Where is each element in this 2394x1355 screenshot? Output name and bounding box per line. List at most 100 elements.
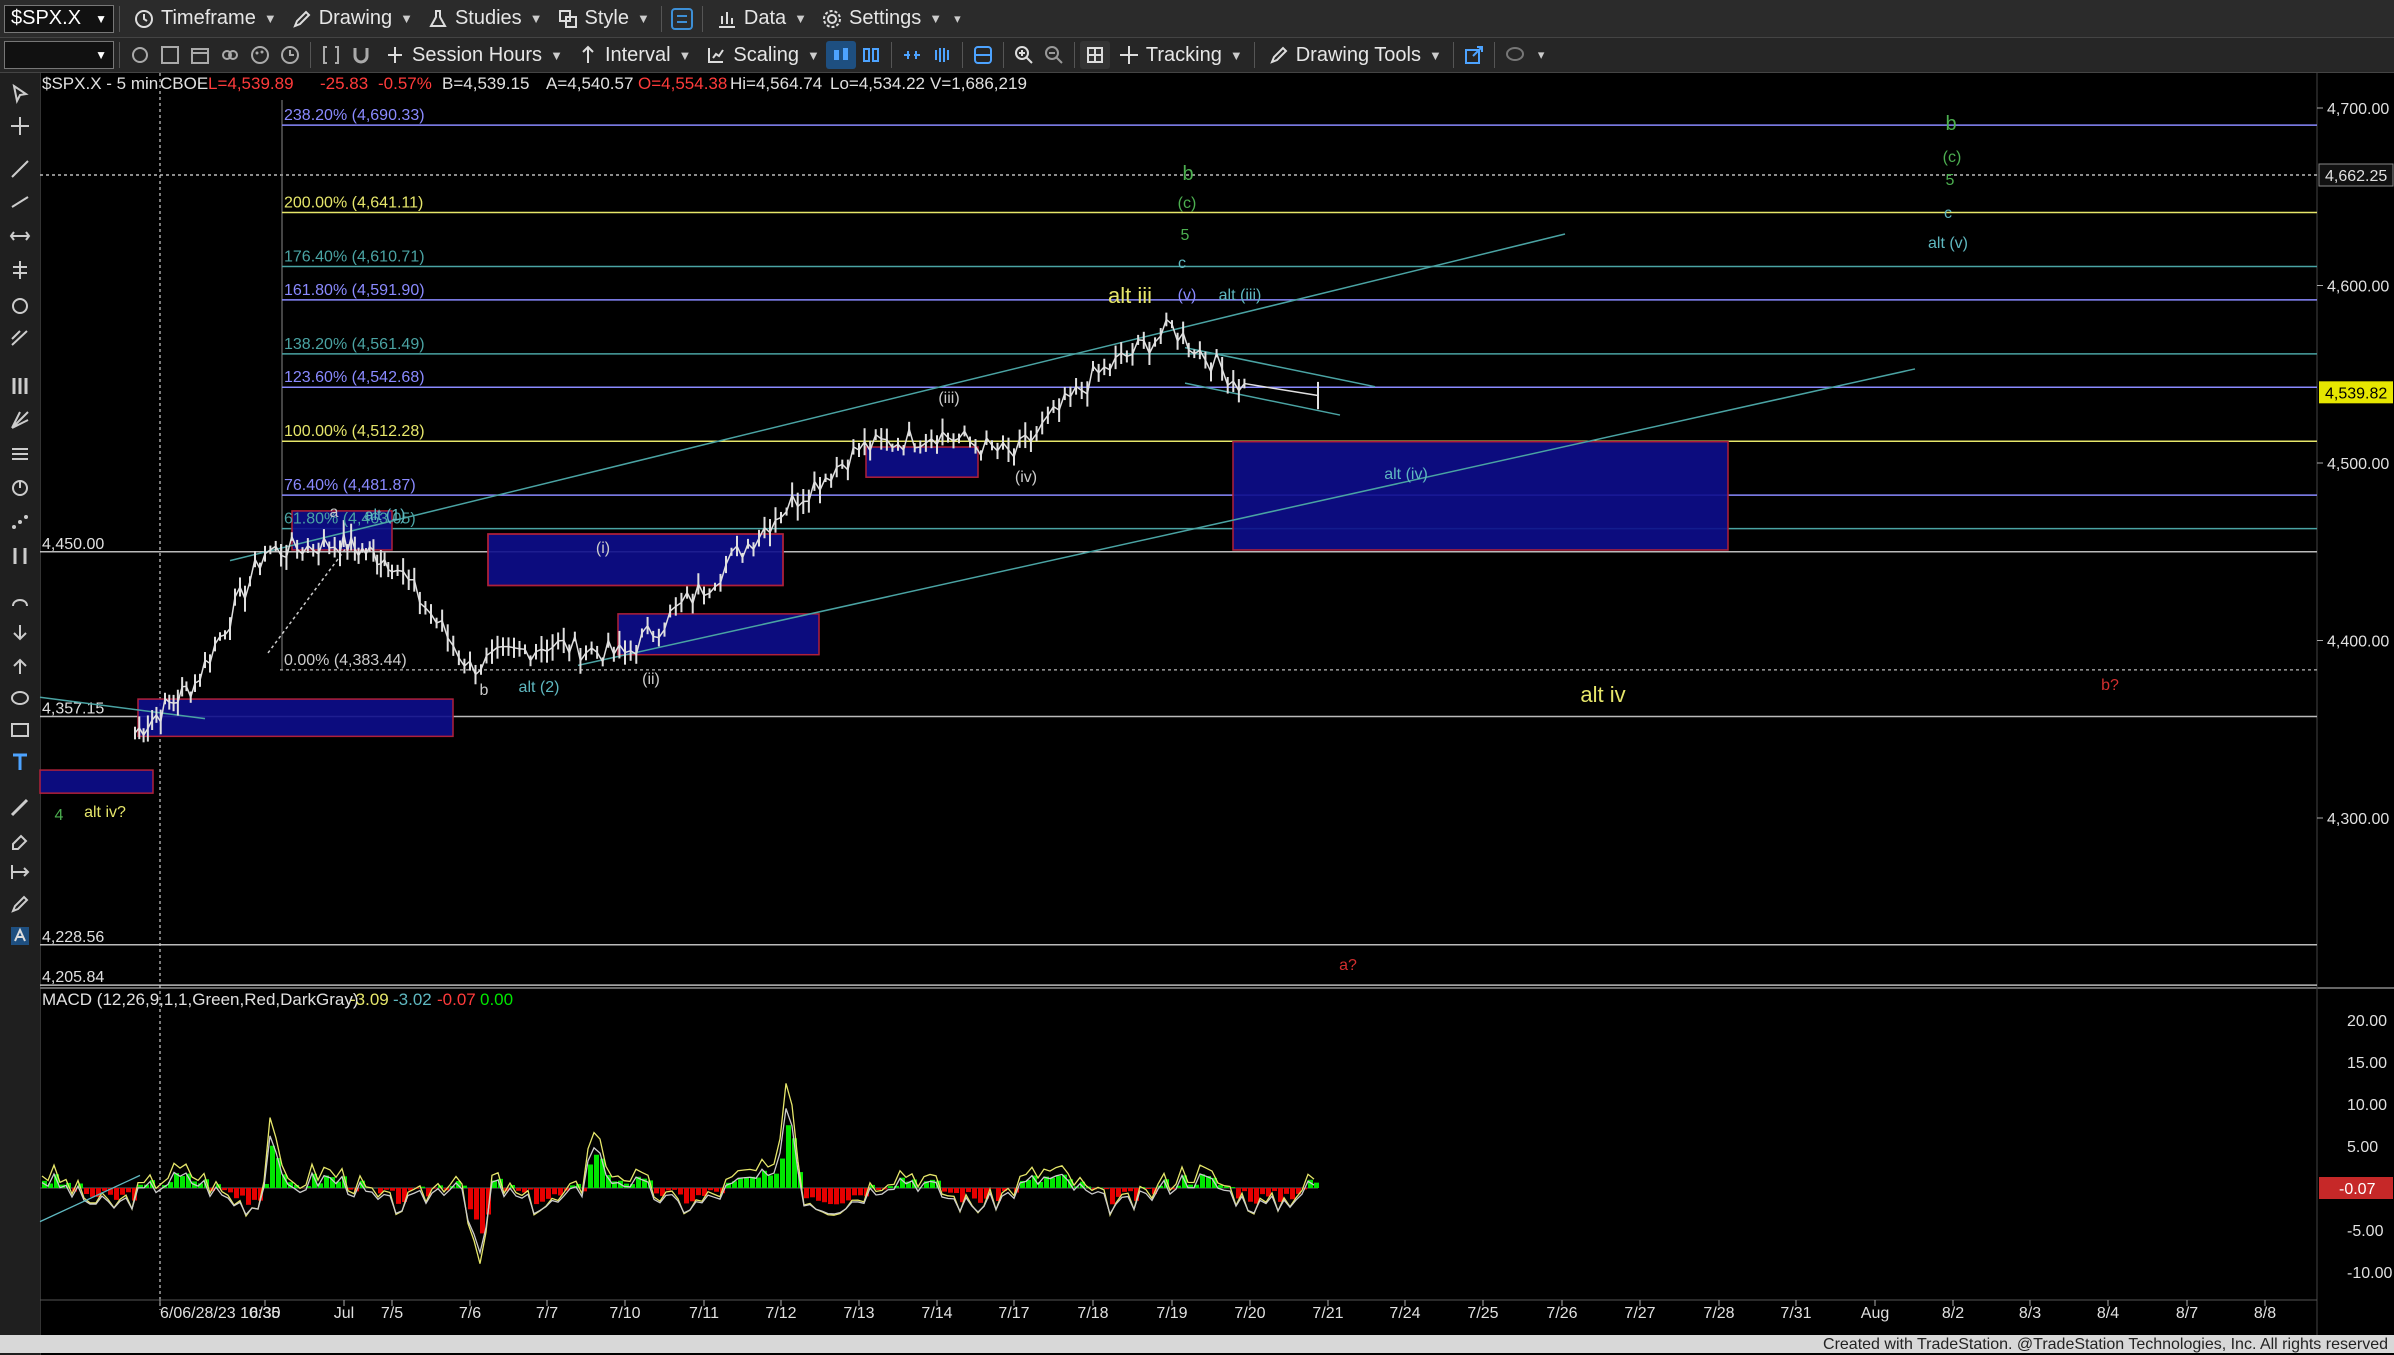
macd-histogram-bar [1146,1188,1151,1189]
macd-value-1: -3.09 [350,990,389,1009]
wave-label: c [1944,205,1952,222]
macd-histogram-bar [90,1188,95,1197]
macd-histogram-bar [840,1188,845,1203]
time-axis-label: 7/19 [1156,1305,1187,1322]
macd-histogram-bar [768,1175,773,1188]
macd-histogram-bar [954,1188,959,1193]
macd-histogram-bar [222,1188,227,1190]
macd-badge-label: -0.07 [2339,1181,2376,1198]
wave-label: (ii) [642,671,660,688]
footer-credit: Created with TradeStation. @TradeStation… [1823,1336,2388,1353]
fib-level-label: 200.00% (4,641.11) [284,195,423,212]
macd-signal-line [42,1108,1314,1252]
macd-histogram-bar [126,1188,131,1192]
macd-histogram-bar [468,1188,473,1209]
macd-histogram-bar [546,1188,551,1199]
macd-histogram-bar [666,1188,671,1190]
macd-histogram-bar [756,1178,761,1188]
time-axis-label: 7/24 [1389,1305,1420,1322]
macd-histogram-bar [348,1188,353,1190]
macd-histogram-bar [828,1188,833,1204]
macd-histogram-bar [942,1188,947,1192]
macd-histogram-bar [1278,1188,1283,1202]
net-change: -25.83 [320,74,368,93]
time-axis-label: Jul [334,1305,354,1322]
time-axis-label: 7/10 [609,1305,640,1322]
fib-level-label: 176.40% (4,610.71) [284,248,425,265]
wave-label: b? [2101,677,2119,694]
macd-histogram-bar [696,1188,701,1195]
macd-histogram-bar [888,1186,893,1188]
macd-histogram-bar [852,1188,857,1195]
macd-histogram-bar [744,1177,749,1188]
target-zone-box [40,770,153,793]
wave-label: a [330,504,339,521]
macd-histogram-bar [1248,1188,1253,1202]
macd-histogram-bar [804,1188,809,1198]
wave-label: alt (1) [365,507,406,524]
price-axis-label: 4,400.00 [2327,634,2389,651]
macd-value-3: -0.07 [437,990,476,1009]
macd-histogram-bar [594,1155,599,1188]
wave-label: c [1178,255,1186,272]
macd-histogram-bar [120,1188,125,1195]
macd-histogram-bar [534,1188,539,1204]
macd-histogram-bar [270,1146,275,1188]
macd-histogram-bar [966,1188,971,1192]
wave-label: (c) [1178,195,1197,212]
macd-histogram-bar [834,1188,839,1204]
macd-histogram-bar [1116,1188,1121,1197]
wave-label: 5 [1946,172,1955,189]
wave-label: alt (2) [519,679,560,696]
macd-histogram-bar [948,1188,953,1193]
macd-histogram-bar [672,1188,677,1190]
time-axis-label: 7/13 [843,1305,874,1322]
macd-histogram-bar [474,1188,479,1219]
macd-histogram-bar [846,1188,851,1200]
macd-histogram-bar [822,1188,827,1202]
macd-axis-label: -10.00 [2347,1265,2392,1282]
macd-histogram-bar [684,1188,689,1203]
macd-histogram-bar [990,1188,995,1189]
macd-histogram-bar [678,1188,683,1194]
last-price: L=4,539.89 [208,74,294,93]
volume: V=1,686,219 [930,74,1027,93]
time-axis-label: 8/7 [2176,1305,2198,1322]
wave-label: 5 [1181,227,1190,244]
bid-price: B=4,539.15 [442,74,529,93]
time-axis-label: 7/18 [1077,1305,1108,1322]
macd-histogram-bar [1260,1188,1265,1194]
macd-histogram-bar [1284,1188,1289,1194]
macd-histogram-bar [1272,1188,1277,1191]
wave-label: alt (v) [1928,235,1968,252]
fib-level-label: 76.40% (4,481.87) [284,477,416,494]
time-axis-label: 7/21 [1312,1305,1343,1322]
chart-canvas[interactable]: 4,450.004,357.154,228.564,205.84 238.20%… [0,0,2394,1353]
time-axis-label: 6/30 [249,1305,280,1322]
macd-histogram-bar [876,1188,881,1190]
price-axis-label: 4,600.00 [2327,279,2389,296]
chart-symbol: $SPX.X - 5 min [42,74,158,93]
fib-level-label: 100.00% (4,512.28) [284,423,425,440]
macd-histogram-bar [1128,1188,1133,1191]
wave-label: (iii) [938,390,959,407]
macd-histogram-bar [246,1188,251,1205]
macd-axis-label: 20.00 [2347,1013,2387,1030]
time-axis-label: 7/26 [1546,1305,1577,1322]
macd-histogram-bar [690,1188,695,1201]
target-zone-box [866,447,978,477]
last-price-label: 4,539.82 [2325,385,2387,402]
time-axis-label: 8/4 [2097,1305,2119,1322]
macd-histogram-bar [234,1188,239,1198]
macd-histogram-bar [540,1188,545,1202]
time-axis-label: 7/11 [689,1305,719,1322]
macd-histogram-bar [252,1188,257,1200]
wave-label: (iv) [1015,469,1037,486]
wave-label: (v) [1178,287,1197,304]
macd-histogram-bar [384,1188,389,1190]
macd-histogram-bar [1200,1174,1205,1188]
time-axis-label: 7/14 [921,1305,952,1322]
fib-level-label: 123.60% (4,542.68) [284,369,425,386]
price-level-label: 4,205.84 [42,969,104,986]
macd-histogram-bar [552,1188,557,1194]
